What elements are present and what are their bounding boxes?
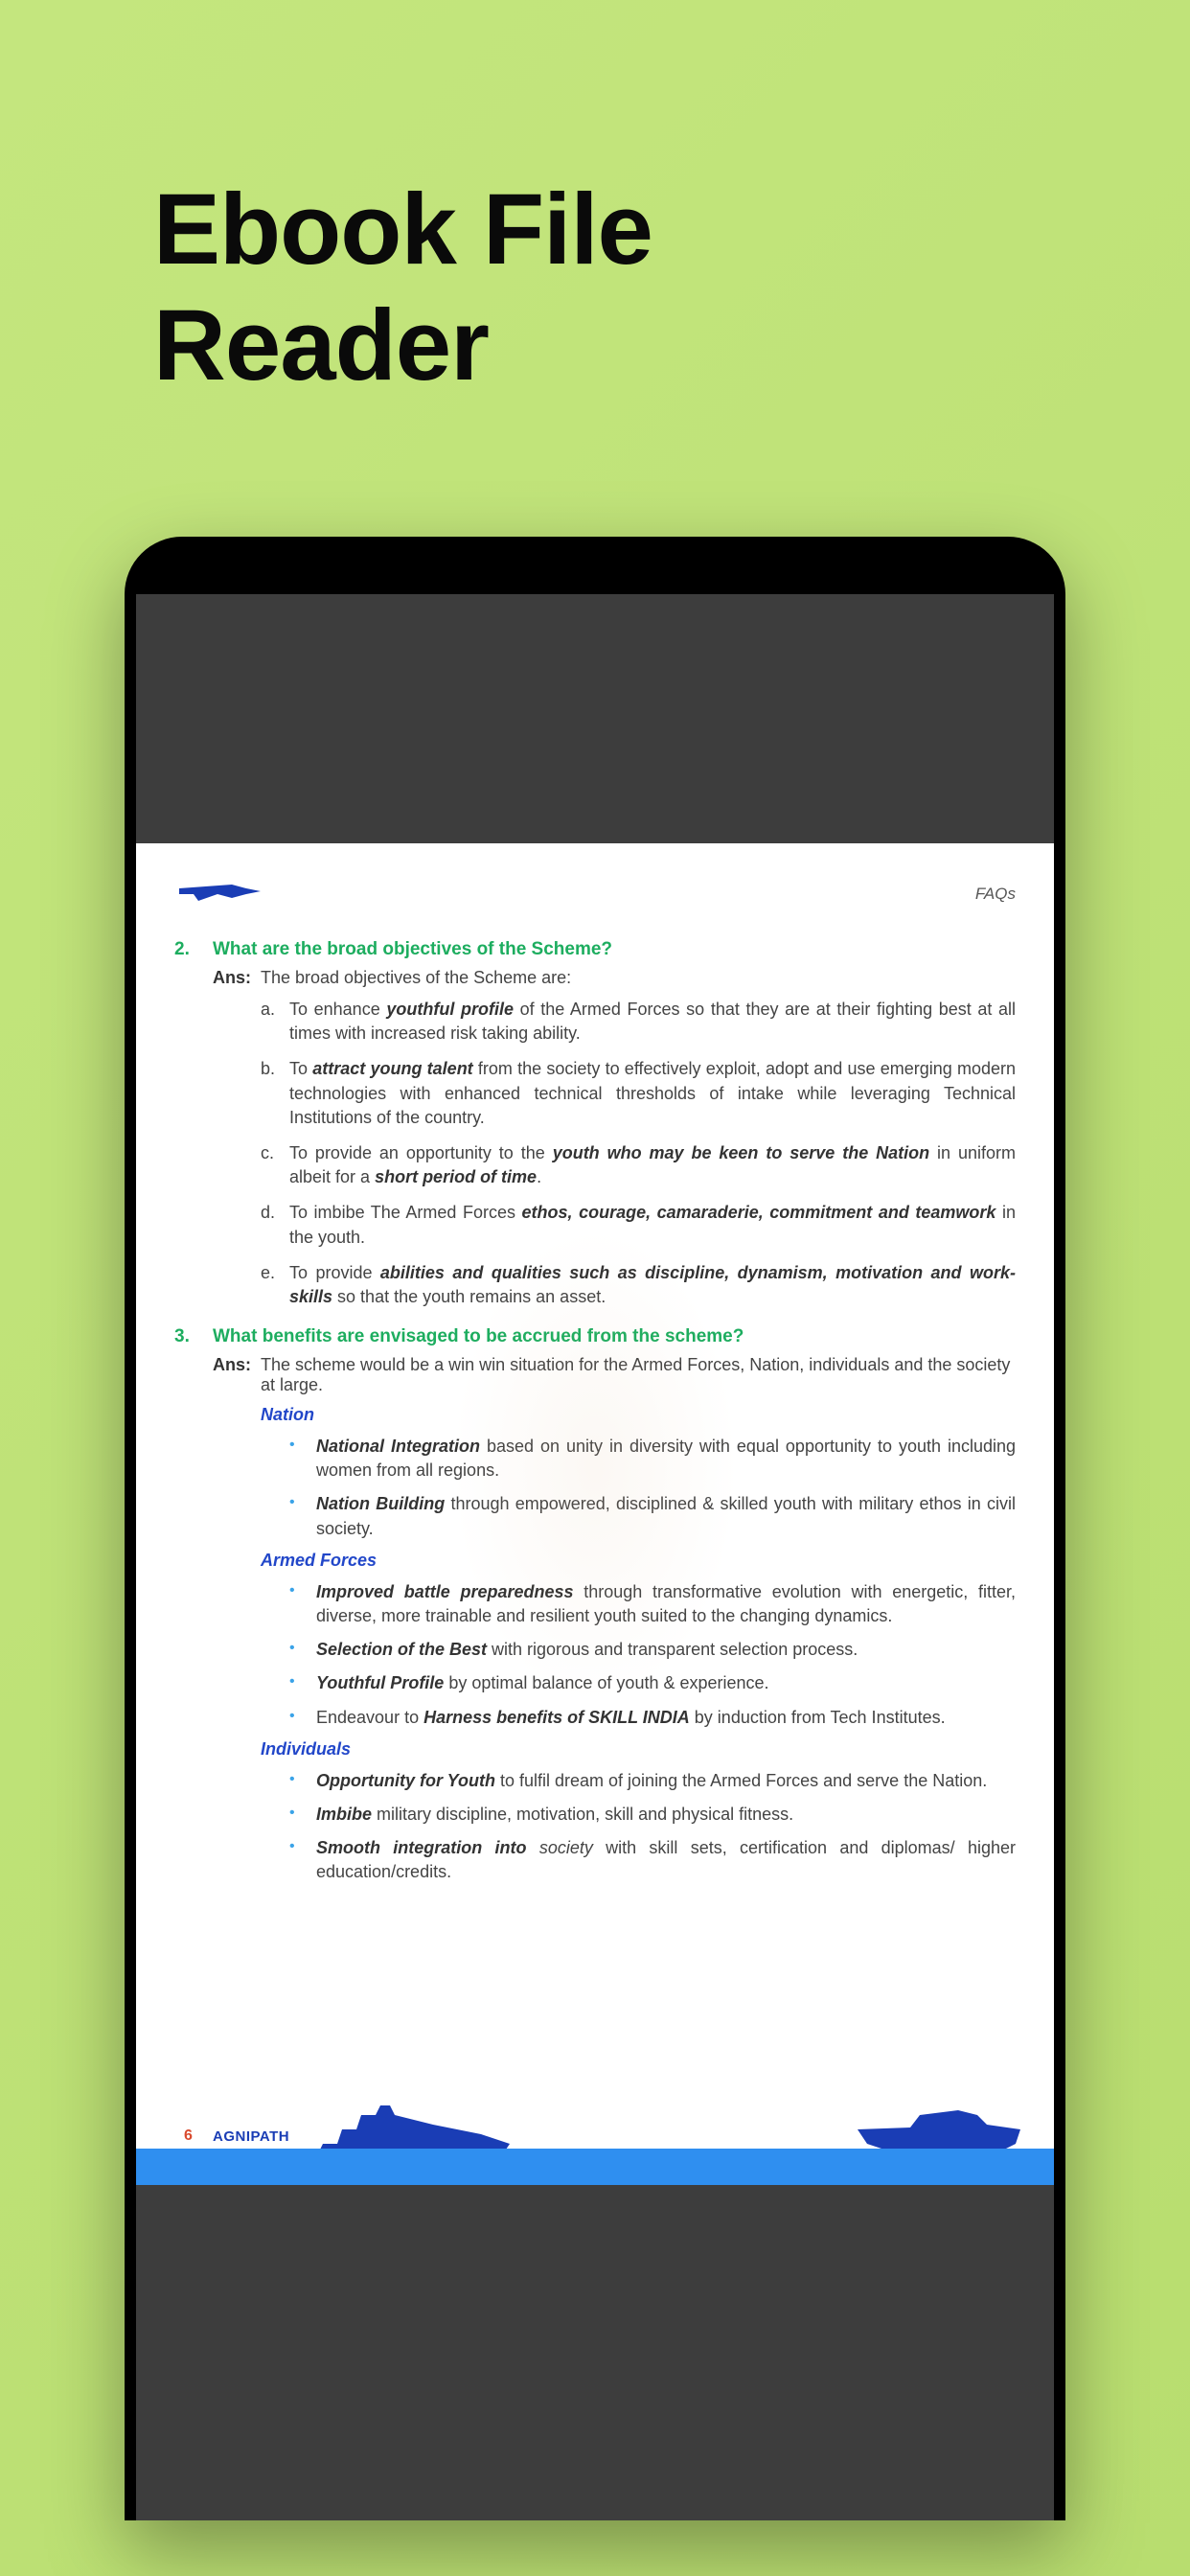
q3-intro-text: The scheme would be a win win situation … <box>261 1355 1016 1395</box>
bullet-icon: • <box>289 1492 299 1540</box>
q2-intro-text: The broad objectives of the Scheme are: <box>261 968 571 988</box>
bullet-text: National Integration based on unity in d… <box>316 1435 1016 1483</box>
indiv-bullet-2: • Imbibe military discipline, motivation… <box>174 1803 1016 1827</box>
q2-number: 2. <box>174 939 192 960</box>
item-text: To enhance youthful profile of the Armed… <box>289 998 1016 1046</box>
q2-item-b: b. To attract young talent from the soci… <box>174 1057 1016 1130</box>
nation-bullet-1: • National Integration based on unity in… <box>174 1435 1016 1483</box>
indiv-bullet-3: • Smooth integration into society with s… <box>174 1836 1016 1884</box>
section-individuals: Individuals <box>174 1739 1016 1760</box>
armed-bullet-4: • Endeavour to Harness benefits of SKILL… <box>174 1706 1016 1730</box>
page-number: 6 <box>184 2128 193 2145</box>
app-title: Ebook File Reader <box>153 172 652 404</box>
item-marker: e. <box>261 1261 278 1309</box>
document-page[interactable]: FAQs 2. What are the broad objectives of… <box>136 843 1054 2185</box>
bullet-text: Endeavour to Harness benefits of SKILL I… <box>316 1706 946 1730</box>
q2-answer-intro: Ans: The broad objectives of the Scheme … <box>174 968 1016 988</box>
section-nation: Nation <box>174 1405 1016 1425</box>
q2-text: What are the broad objectives of the Sch… <box>213 939 612 960</box>
bullet-text: Imbibe military discipline, motivation, … <box>316 1803 793 1827</box>
armed-bullet-1: • Improved battle preparedness through t… <box>174 1580 1016 1628</box>
bullet-icon: • <box>289 1769 299 1793</box>
item-marker: d. <box>261 1201 278 1249</box>
page-header: FAQs <box>174 872 1016 915</box>
nation-bullet-2: • Nation Building through empowered, dis… <box>174 1492 1016 1540</box>
bullet-text: Improved battle preparedness through tra… <box>316 1580 1016 1628</box>
q2-item-d: d. To imbibe The Armed Forces ethos, cou… <box>174 1201 1016 1249</box>
ans-label: Ans: <box>213 1355 251 1395</box>
bullet-icon: • <box>289 1638 299 1662</box>
item-marker: c. <box>261 1141 278 1189</box>
phone-frame: FAQs 2. What are the broad objectives of… <box>125 537 1065 2520</box>
item-text: To attract young talent from the society… <box>289 1057 1016 1130</box>
footer-brand: AGNIPATH <box>213 2128 289 2145</box>
item-marker: a. <box>261 998 278 1046</box>
q2-item-e: e. To provide abilities and qualities su… <box>174 1261 1016 1309</box>
q3-number: 3. <box>174 1326 192 1347</box>
phone-screen[interactable]: FAQs 2. What are the broad objectives of… <box>136 594 1054 2520</box>
q2-item-a: a. To enhance youthful profile of the Ar… <box>174 998 1016 1046</box>
section-armed-forces: Armed Forces <box>174 1551 1016 1571</box>
bullet-icon: • <box>289 1435 299 1483</box>
bullet-icon: • <box>289 1803 299 1827</box>
bullet-icon: • <box>289 1706 299 1730</box>
armed-bullet-2: • Selection of the Best with rigorous an… <box>174 1638 1016 1662</box>
bullet-text: Youthful Profile by optimal balance of y… <box>316 1671 769 1695</box>
bullet-icon: • <box>289 1836 299 1884</box>
item-marker: b. <box>261 1057 278 1130</box>
bullet-icon: • <box>289 1580 299 1628</box>
jet-icon <box>174 872 261 915</box>
bullet-text: Opportunity for Youth to fulfil dream of… <box>316 1769 987 1793</box>
armed-bullet-3: • Youthful Profile by optimal balance of… <box>174 1671 1016 1695</box>
ans-label: Ans: <box>213 968 251 988</box>
question-2: 2. What are the broad objectives of the … <box>174 939 1016 960</box>
question-3: 3. What benefits are envisaged to be acc… <box>174 1326 1016 1347</box>
bullet-text: Smooth integration into society with ski… <box>316 1836 1016 1884</box>
item-text: To provide abilities and qualities such … <box>289 1261 1016 1309</box>
bullet-icon: • <box>289 1671 299 1695</box>
page-footer: 6 AGNIPATH <box>136 2118 1054 2185</box>
faqs-header-label: FAQs <box>975 885 1016 904</box>
item-text: To provide an opportunity to the youth w… <box>289 1141 1016 1189</box>
q3-text: What benefits are envisaged to be accrue… <box>213 1326 744 1347</box>
item-text: To imbibe The Armed Forces ethos, courag… <box>289 1201 1016 1249</box>
q2-item-c: c. To provide an opportunity to the yout… <box>174 1141 1016 1189</box>
q3-answer-intro: Ans: The scheme would be a win win situa… <box>174 1355 1016 1395</box>
bullet-text: Selection of the Best with rigorous and … <box>316 1638 858 1662</box>
indiv-bullet-1: • Opportunity for Youth to fulfil dream … <box>174 1769 1016 1793</box>
bullet-text: Nation Building through empowered, disci… <box>316 1492 1016 1540</box>
sea-decoration <box>136 2149 1054 2185</box>
